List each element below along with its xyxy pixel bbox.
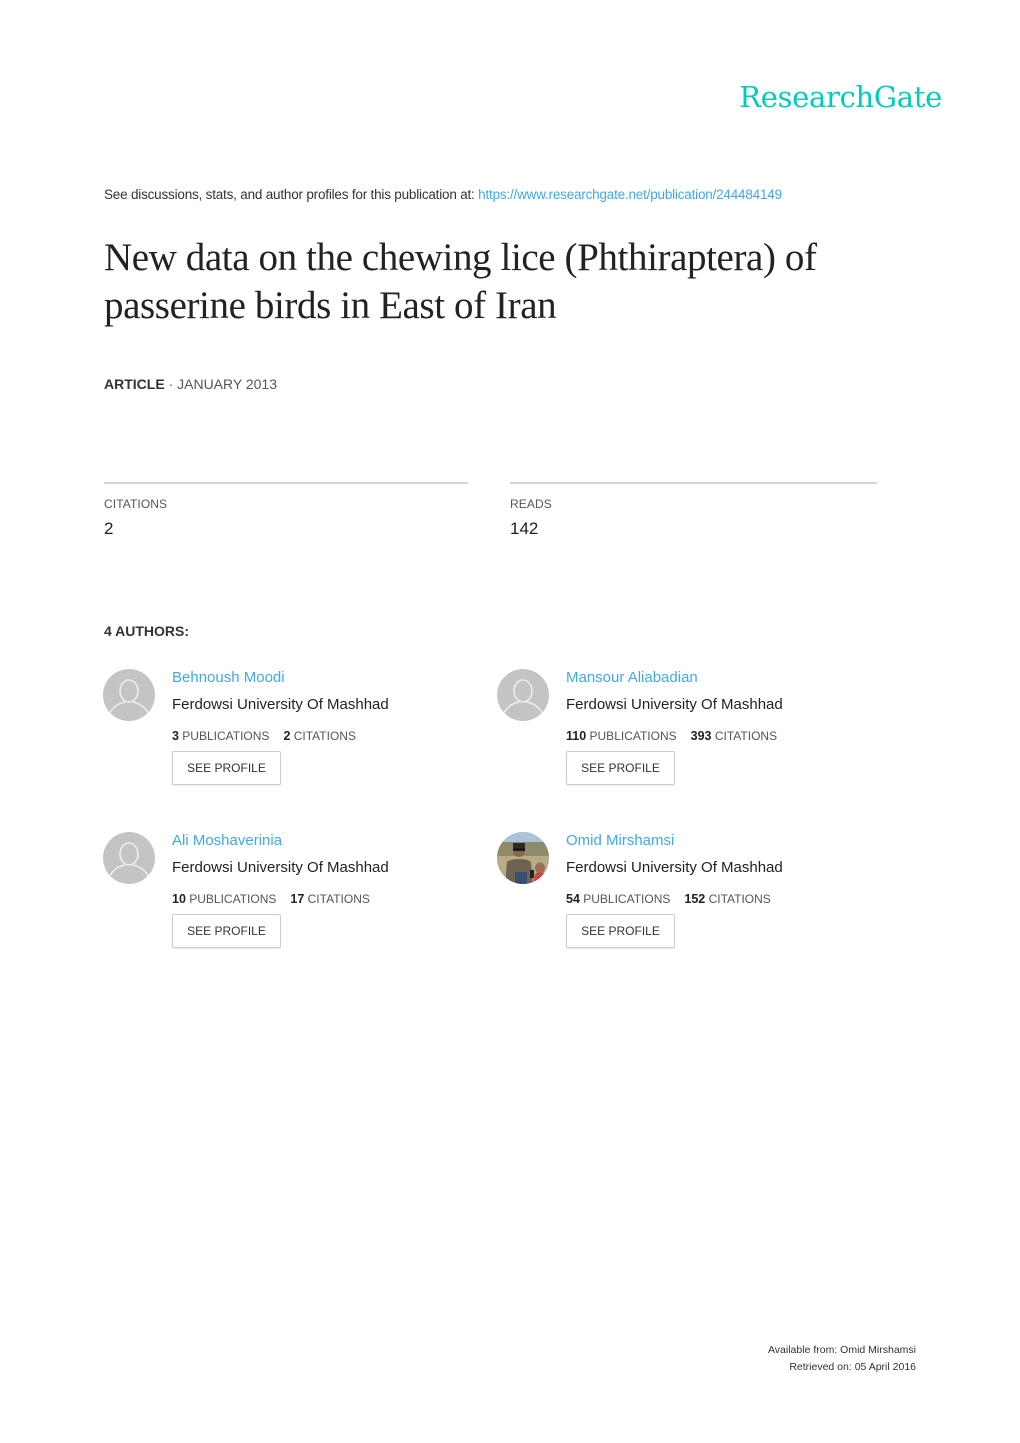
publications-label: PUBLICATIONS <box>189 892 277 906</box>
reads-value: 142 <box>510 519 539 538</box>
author-institution: Ferdowsi University Of Mashhad <box>172 696 389 713</box>
publication-date: JANUARY 2013 <box>177 376 277 392</box>
retrieved-on: Retrieved on: 05 April 2016 <box>789 1361 916 1373</box>
see-profile-button[interactable]: SEE PROFILE <box>172 751 281 785</box>
publications-label: PUBLICATIONS <box>589 729 677 743</box>
author-card: Omid Mirshamsi Ferdowsi University Of Ma… <box>497 832 817 962</box>
meta-separator: · <box>164 376 178 392</box>
default-avatar-icon[interactable] <box>497 669 549 721</box>
citations-label: CITATIONS <box>307 892 370 906</box>
discussion-notice: See discussions, stats, and author profi… <box>104 187 782 202</box>
discussion-prefix: See discussions, stats, and author profi… <box>104 187 479 202</box>
profile-photo[interactable] <box>497 832 549 884</box>
citations-label: CITATIONS <box>293 729 356 743</box>
footer-info: Available from: Omid Mirshamsi Retrieved… <box>768 1342 916 1376</box>
publication-type: ARTICLE <box>104 376 165 392</box>
author-name-link[interactable]: Behnoush Moodi <box>172 669 285 686</box>
publications-count: 54 <box>566 892 580 906</box>
see-profile-button[interactable]: SEE PROFILE <box>172 914 281 948</box>
citations-label: CITATIONS <box>714 729 778 743</box>
researchgate-logo[interactable]: ResearchGate <box>739 80 942 114</box>
author-counts: 10 PUBLICATIONS 17 CITATIONS <box>172 892 370 906</box>
author-counts: 3 PUBLICATIONS 2 CITATIONS <box>172 729 356 743</box>
available-from: Available from: Omid Mirshamsi <box>767 1344 916 1356</box>
publications-count: 10 <box>172 892 186 906</box>
author-counts: 110 PUBLICATIONS 393 CITATIONS <box>566 729 777 743</box>
citations-label: CITATIONS <box>708 892 771 906</box>
author-name-link[interactable]: Ali Moshaverinia <box>172 832 282 849</box>
citations-count: 393 <box>690 729 712 743</box>
authors-heading: 4 AUTHORS: <box>104 623 190 639</box>
reads-stat: READS 142 <box>510 482 877 539</box>
publications-count: 110 <box>566 729 587 743</box>
author-name-link[interactable]: Mansour Aliabadian <box>566 669 698 686</box>
author-name-link[interactable]: Omid Mirshamsi <box>566 832 674 849</box>
see-profile-button[interactable]: SEE PROFILE <box>566 751 675 785</box>
citations-count: 2 <box>283 729 291 743</box>
citations-stat: CITATIONS 2 <box>104 482 468 539</box>
reads-label: READS <box>510 497 552 511</box>
publication-meta: ARTICLE · JANUARY 2013 <box>104 376 277 392</box>
publications-label: PUBLICATIONS <box>182 729 270 743</box>
author-counts: 54 PUBLICATIONS 152 CITATIONS <box>566 892 771 906</box>
citations-label: CITATIONS <box>104 497 168 511</box>
author-card: Behnoush Moodi Ferdowsi University Of Ma… <box>103 669 423 799</box>
publication-title: New data on the chewing lice (Phthirapte… <box>104 236 817 327</box>
author-card: Ali Moshaverinia Ferdowsi University Of … <box>103 832 423 962</box>
author-institution: Ferdowsi University Of Mashhad <box>172 859 389 876</box>
citations-count: 152 <box>684 892 706 906</box>
citations-value: 2 <box>104 519 114 538</box>
citations-count: 17 <box>290 892 305 906</box>
author-institution: Ferdowsi University Of Mashhad <box>566 859 783 876</box>
see-profile-button[interactable]: SEE PROFILE <box>566 914 675 948</box>
publications-label: PUBLICATIONS <box>583 892 671 906</box>
default-avatar-icon[interactable] <box>103 832 155 884</box>
default-avatar-icon[interactable] <box>103 669 155 721</box>
author-card: Mansour Aliabadian Ferdowsi University O… <box>497 669 817 799</box>
author-institution: Ferdowsi University Of Mashhad <box>566 696 783 713</box>
publications-count: 3 <box>172 729 179 743</box>
publication-url-link[interactable]: https://www.researchgate.net/publication… <box>478 187 782 202</box>
